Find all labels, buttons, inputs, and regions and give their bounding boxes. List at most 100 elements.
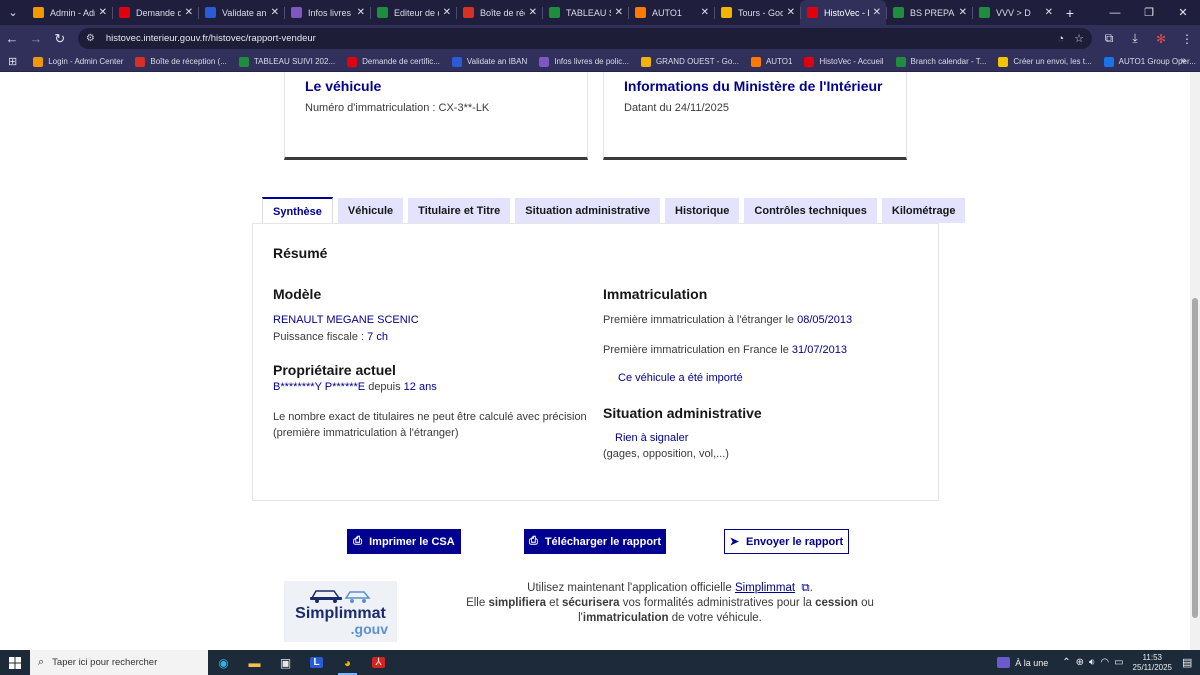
close-tab-icon[interactable]: ✕ xyxy=(185,7,193,18)
tab-historique[interactable]: Historique xyxy=(665,198,740,223)
admin-status: Rien à signaler xyxy=(615,432,689,444)
bookmark-item[interactable]: Validate an IBAN xyxy=(451,56,527,67)
browser-tab[interactable]: Infos livres d ✕ xyxy=(284,0,370,25)
close-tab-icon[interactable]: ✕ xyxy=(271,7,279,18)
close-tab-icon[interactable]: ✕ xyxy=(787,7,795,18)
clock-time: 11:53 xyxy=(1142,652,1162,662)
file-explorer-icon[interactable]: ▬ xyxy=(239,650,270,675)
close-tab-icon[interactable]: ✕ xyxy=(99,7,107,18)
close-tab-icon[interactable]: ✕ xyxy=(959,7,967,18)
back-icon[interactable]: ← xyxy=(0,27,24,51)
tab-vehicule[interactable]: Véhicule xyxy=(337,198,404,223)
browser-tab[interactable]: VVV > D ✕ xyxy=(972,0,1058,25)
browser-tab[interactable]: Tours - Goo ✕ xyxy=(714,0,800,25)
print-csa-button[interactable]: ⎙ Imprimer le CSA xyxy=(347,529,461,554)
browser-tab[interactable]: TABLEAU SU ✕ xyxy=(542,0,628,25)
browser-tab[interactable]: Boîte de réc ✕ xyxy=(456,0,542,25)
close-tab-icon[interactable]: ✕ xyxy=(615,7,623,18)
close-tab-icon[interactable]: ✕ xyxy=(443,7,451,18)
browser-tab[interactable]: Validate an I ✕ xyxy=(198,0,284,25)
close-window-icon[interactable]: ✕ xyxy=(1166,0,1200,25)
apps-grid-icon[interactable]: ⊞ xyxy=(8,55,17,68)
tab-favicon-icon xyxy=(807,7,818,18)
tab-title: Validate an I xyxy=(222,7,267,18)
tab-favicon-icon xyxy=(893,7,904,18)
bookmark-title: HistoVec - Accueil xyxy=(819,57,884,66)
bookmark-item[interactable]: Branch calendar - T... xyxy=(895,56,986,67)
bookmark-item[interactable]: GRAND OUEST - Go... xyxy=(640,56,739,67)
tab-kilometrage[interactable]: Kilométrage xyxy=(881,198,966,223)
windows-start-icon[interactable] xyxy=(0,656,30,669)
clock[interactable]: 11:53 25/11/2025 xyxy=(1133,653,1172,673)
summary-panel: Résumé Modèle RENAULT MEGANE SCENIC Puis… xyxy=(252,223,939,501)
model-name: RENAULT MEGANE SCENIC xyxy=(273,314,419,326)
bookmark-favicon-icon xyxy=(1103,56,1114,67)
bookmark-item[interactable]: TABLEAU SUIVI 202... xyxy=(238,56,335,67)
tab-titulaire[interactable]: Titulaire et Titre xyxy=(408,198,511,223)
bookmark-item[interactable]: Créer un envoi, les t... xyxy=(998,56,1092,67)
owner-since-value: 12 ans xyxy=(403,381,437,393)
bookmark-item[interactable]: HistoVec - Accueil xyxy=(804,56,884,67)
bookmark-item[interactable]: AUTO1 xyxy=(750,56,792,67)
tab-favicon-icon xyxy=(979,7,990,18)
bookmark-item[interactable]: Demande de certific... xyxy=(347,56,440,67)
close-tab-icon[interactable]: ✕ xyxy=(873,7,881,18)
tab-controles-techniques[interactable]: Contrôles techniques xyxy=(744,198,877,223)
performance-icon[interactable]: ◔ xyxy=(1057,33,1064,45)
bookmark-item[interactable]: Infos livres de polic... xyxy=(539,56,629,67)
store-icon[interactable]: ▣ xyxy=(270,650,301,675)
browser-tab[interactable]: Demande de ✕ xyxy=(112,0,198,25)
network-icon[interactable]: ⊕ xyxy=(1076,657,1084,668)
bookmark-star-icon[interactable]: ☆ xyxy=(1074,32,1084,45)
promo-line1-text: Utilisez maintenant l'application offici… xyxy=(527,582,735,594)
tab-favicon-icon xyxy=(205,7,216,18)
volume-icon[interactable]: 🔉︎ xyxy=(1089,657,1095,668)
extension-bug-icon[interactable]: ✻ xyxy=(1148,31,1174,46)
edge-icon[interactable]: ◉ xyxy=(208,650,239,675)
acrobat-icon[interactable]: ⅄ xyxy=(363,650,394,675)
keyboard-icon[interactable]: ▭ xyxy=(1114,657,1123,668)
bookmark-title: Infos livres de polic... xyxy=(554,57,629,66)
app-l-icon[interactable]: L xyxy=(301,650,332,675)
address-bar[interactable]: ⚙ histovec.interieur.gouv.fr/histovec/ra… xyxy=(77,28,1092,49)
minimize-icon[interactable]: — xyxy=(1098,0,1132,25)
chevron-up-icon[interactable]: ⌃ xyxy=(1062,657,1070,668)
bookmark-item[interactable]: Boîte de réception (... xyxy=(135,56,227,67)
send-report-button[interactable]: ➤ Envoyer le rapport xyxy=(724,529,849,554)
browser-tab[interactable]: BS PREPA VC ✕ xyxy=(886,0,972,25)
address-url[interactable]: histovec.interieur.gouv.fr/histovec/rapp… xyxy=(106,33,1048,44)
tab-synthese[interactable]: Synthèse xyxy=(262,197,333,224)
admin-detail: (gages, opposition, vol,...) xyxy=(603,448,729,460)
simplimmat-link[interactable]: Simplimmat xyxy=(735,582,795,594)
forward-icon[interactable]: → xyxy=(24,27,48,51)
menu-icon[interactable]: ⋮ xyxy=(1174,31,1200,46)
close-tab-icon[interactable]: ✕ xyxy=(701,7,709,18)
notification-icon[interactable]: ▤ xyxy=(1182,656,1200,669)
browser-tab[interactable]: Admin - Adm ✕ xyxy=(26,0,112,25)
maximize-icon[interactable]: ❐ xyxy=(1132,0,1166,25)
download-report-button[interactable]: ⎙ Télécharger le rapport xyxy=(524,529,666,554)
page-scrollbar-thumb[interactable] xyxy=(1192,298,1198,618)
close-tab-icon[interactable]: ✕ xyxy=(357,7,365,18)
reload-icon[interactable]: ↻ xyxy=(48,27,72,51)
foreign-registration-label: Première immatriculation à l'étranger le xyxy=(603,314,798,326)
registration-heading: Immatriculation xyxy=(603,286,708,302)
news-widget[interactable]: À la une xyxy=(997,657,1048,668)
browser-tab[interactable]: AUTO1 ✕ xyxy=(628,0,714,25)
site-info-icon[interactable]: ⚙ xyxy=(86,33,100,44)
browser-tab[interactable]: Editeur de d ✕ xyxy=(370,0,456,25)
taskbar-search[interactable]: ⌕ Taper ici pour rechercher xyxy=(30,650,208,675)
browser-tab[interactable]: HistoVec - R ✕ xyxy=(800,0,886,25)
chrome-icon[interactable]: ◕ xyxy=(332,650,363,675)
close-tab-icon[interactable]: ✕ xyxy=(529,7,537,18)
extensions-icon[interactable]: ⧉ xyxy=(1096,31,1122,46)
more-bookmarks-icon[interactable]: » xyxy=(1180,55,1186,66)
tab-situation-administrative[interactable]: Situation administrative xyxy=(515,198,660,223)
ministry-card: Informations du Ministère de l'Intérieur… xyxy=(603,72,907,160)
wifi-icon[interactable]: ◠ xyxy=(1100,657,1109,668)
tab-search-icon[interactable]: ⌄ xyxy=(0,0,26,25)
download-icon[interactable]: ⤓ xyxy=(1122,31,1148,46)
close-tab-icon[interactable]: ✕ xyxy=(1045,7,1053,18)
new-tab-icon[interactable]: + xyxy=(1058,0,1082,25)
bookmark-item[interactable]: Login - Admin Center xyxy=(33,56,123,67)
